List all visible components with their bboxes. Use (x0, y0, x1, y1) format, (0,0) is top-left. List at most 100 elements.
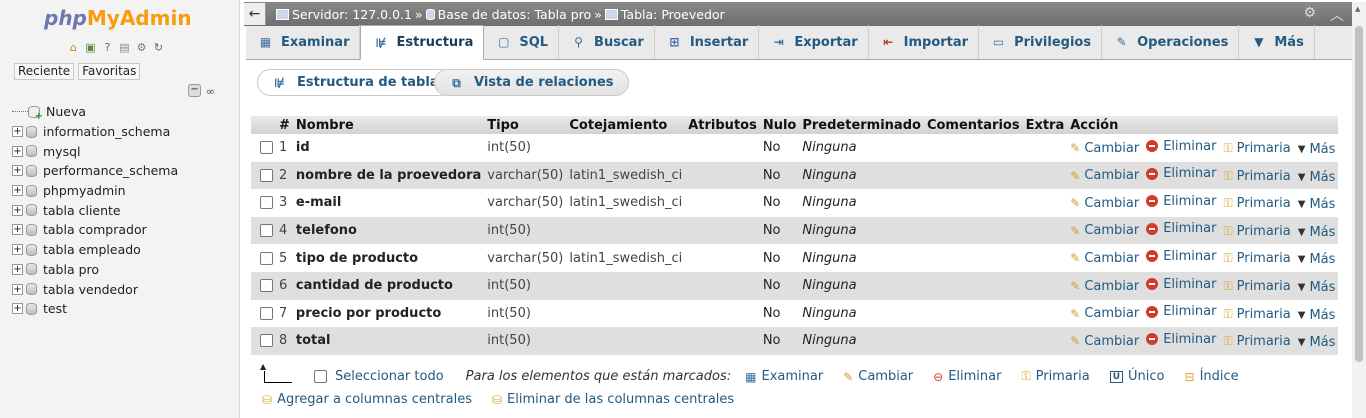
more-dropdown[interactable]: ▼ Más (1298, 225, 1336, 240)
tree-item[interactable]: + mysql (12, 141, 178, 161)
tree-item[interactable]: + tabla cliente (12, 200, 178, 220)
expand-icon[interactable]: + (12, 283, 23, 295)
drop-button[interactable]: Eliminar (1146, 221, 1216, 236)
tab-privileges[interactable]: ▭ Privilegios (979, 25, 1103, 59)
bulk-key-button[interactable]: ⚿ Primaria (1021, 369, 1089, 384)
drop-button[interactable]: Eliminar (1146, 332, 1216, 347)
expand-icon[interactable]: + (12, 126, 23, 138)
expand-icon[interactable]: + (12, 165, 23, 177)
tree-item[interactable]: + tabla vendedor (12, 279, 178, 299)
tree-item[interactable]: + tabla pro (12, 260, 178, 280)
tab-search[interactable]: ⚲ Buscar (559, 25, 655, 59)
tree-item[interactable]: + performance_schema (12, 161, 178, 181)
row-checkbox[interactable] (260, 224, 273, 238)
more-dropdown[interactable]: ▼ Más (1298, 252, 1336, 267)
header-attributes[interactable]: Atributos (685, 116, 760, 134)
tab-sql[interactable]: ▢ SQL (484, 25, 560, 59)
tab-insert[interactable]: ⊞ Insertar (655, 25, 760, 59)
tab-export[interactable]: ⇥ Exportar (759, 25, 869, 59)
change-button[interactable]: ✎ Cambiar (1070, 141, 1139, 156)
tree-item[interactable]: + phpmyadmin (12, 181, 178, 201)
primary-button[interactable]: ⚿ Primaria (1223, 307, 1290, 322)
help-icon[interactable]: ? (100, 40, 115, 55)
scroll-thumb[interactable] (1355, 26, 1363, 362)
expand-icon[interactable]: + (12, 303, 23, 315)
drop-button[interactable]: Eliminar (1146, 194, 1216, 209)
tree-item[interactable]: Nueva (12, 102, 178, 122)
primary-button[interactable]: ⚿ Primaria (1223, 196, 1290, 211)
favorites-tab[interactable]: Favoritas (78, 63, 141, 80)
more-dropdown[interactable]: ▼ Más (1298, 280, 1336, 295)
select-all-checkbox[interactable] (314, 370, 327, 383)
column-name[interactable]: id (292, 134, 485, 162)
bulk-pencil-button[interactable]: ✎ Cambiar (843, 369, 913, 384)
change-button[interactable]: ✎ Cambiar (1070, 251, 1139, 266)
drop-button[interactable]: Eliminar (1146, 249, 1216, 264)
collapse-icon[interactable]: ︿ (1330, 5, 1344, 25)
collapse-all-icon[interactable]: − (188, 84, 201, 97)
expand-icon[interactable]: + (12, 244, 23, 256)
phpmyadmin-logo[interactable]: phpMyAdmin (44, 6, 192, 30)
more-dropdown[interactable]: ▼ Más (1298, 170, 1336, 185)
column-name[interactable]: e-mail (292, 189, 485, 217)
row-checkbox[interactable] (260, 196, 273, 210)
tab-operations[interactable]: ✎ Operaciones (1102, 25, 1240, 59)
select-all-link[interactable]: Seleccionar todo (335, 369, 444, 384)
drop-button[interactable]: Eliminar (1146, 277, 1216, 292)
back-arrow-icon[interactable]: ← (244, 3, 266, 25)
column-name[interactable]: cantidad de producto (292, 271, 485, 300)
scroll-up-icon[interactable]: ▲ (1355, 5, 1360, 13)
change-button[interactable]: ✎ Cambiar (1070, 223, 1139, 238)
reload-icon[interactable]: ↻ (151, 40, 166, 55)
header-null[interactable]: Nulo (759, 116, 800, 134)
tab-more[interactable]: ▼ Más (1239, 25, 1315, 59)
bulk-index-button[interactable]: ⊟ Índice (1185, 369, 1239, 384)
header-name[interactable]: Nombre (292, 116, 485, 134)
row-checkbox[interactable] (260, 141, 273, 155)
settings-icon[interactable]: ⚙ (1303, 5, 1316, 25)
column-name[interactable]: telefono (292, 216, 485, 245)
primary-button[interactable]: ⚿ Primaria (1223, 141, 1290, 156)
more-dropdown[interactable]: ▼ Más (1298, 335, 1336, 350)
column-name[interactable]: tipo de producto (292, 244, 485, 272)
header-num[interactable]: # (276, 116, 293, 134)
tree-item[interactable]: + tabla comprador (12, 220, 178, 240)
remove-central-columns-button[interactable]: ⛁ Eliminar de las columnas centrales (492, 392, 734, 407)
more-dropdown[interactable]: ▼ Más (1298, 308, 1336, 323)
column-name[interactable]: total (292, 327, 485, 355)
change-button[interactable]: ✎ Cambiar (1070, 168, 1139, 183)
column-name[interactable]: nombre de la proevedora (292, 161, 485, 190)
primary-button[interactable]: ⚿ Primaria (1223, 169, 1290, 184)
docs-icon[interactable]: ▤ (117, 40, 132, 55)
expand-icon[interactable]: + (12, 145, 23, 157)
scrollbar[interactable]: ▲ (1352, 2, 1366, 418)
expand-icon[interactable]: + (12, 224, 23, 236)
breadcrumb-table[interactable]: Tabla: Proevedor (621, 7, 725, 22)
header-collation[interactable]: Cotejamiento (566, 116, 686, 134)
row-checkbox[interactable] (260, 306, 273, 320)
primary-button[interactable]: ⚿ Primaria (1223, 251, 1290, 266)
tab-browse[interactable]: ▦ Examinar (246, 25, 361, 59)
bulk-browse-button[interactable]: ▦ Examinar (745, 369, 823, 384)
row-checkbox[interactable] (260, 279, 273, 293)
relation-view-button[interactable]: ⧉ Vista de relaciones (434, 69, 629, 96)
bulk-delete-button[interactable]: ⊖ Eliminar (933, 369, 1001, 384)
primary-button[interactable]: ⚿ Primaria (1223, 279, 1290, 294)
header-comments[interactable]: Comentarios (923, 116, 1023, 134)
primary-button[interactable]: ⚿ Primaria (1223, 334, 1290, 349)
settings-icon[interactable]: ⚙ (134, 40, 149, 55)
breadcrumb-server[interactable]: Servidor: 127.0.0.1 (292, 7, 412, 22)
logout-icon[interactable]: ▣ (83, 40, 98, 55)
home-icon[interactable]: ⌂ (66, 40, 81, 55)
expand-icon[interactable]: + (12, 185, 23, 197)
tree-item[interactable]: + tabla empleado (12, 240, 178, 260)
tab-import[interactable]: ⇤ Importar (869, 25, 980, 59)
column-name[interactable]: precio por producto (292, 299, 485, 328)
expand-icon[interactable]: + (12, 263, 23, 275)
table-structure-button[interactable]: ⊯ Estructura de tabla (257, 69, 454, 96)
primary-button[interactable]: ⚿ Primaria (1223, 224, 1290, 239)
header-type[interactable]: Tipo (484, 116, 567, 134)
add-central-columns-button[interactable]: ⛁ Agregar a columnas centrales (262, 392, 472, 407)
change-button[interactable]: ✎ Cambiar (1070, 334, 1139, 349)
expand-icon[interactable]: + (12, 204, 23, 216)
